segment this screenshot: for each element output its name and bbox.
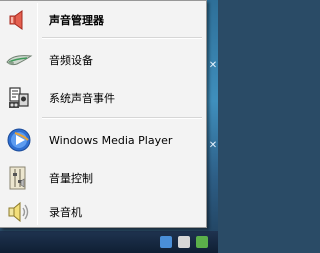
menu-item-sound-recorder[interactable]: 录音机 (2, 197, 204, 227)
menu-item-label: 系统声音事件 (49, 92, 115, 105)
speaker-icon (2, 5, 36, 35)
audio-device-icon (2, 45, 36, 75)
sound-context-menu: 声音管理器 音频设备 系统声音事件 Windows Media Player 音… (0, 0, 207, 228)
system-sounds-icon (2, 83, 36, 113)
tray-speaker-icon[interactable] (178, 236, 190, 248)
menu-item-sound-manager[interactable]: 声音管理器 (2, 5, 204, 35)
menu-item-label: 音频设备 (49, 54, 93, 67)
media-player-icon (2, 125, 36, 155)
menu-item-windows-media-player[interactable]: Windows Media Player (2, 125, 204, 155)
desktop-icon-fragment: ✕ (208, 60, 218, 71)
tray-status-icon[interactable] (196, 236, 208, 248)
tray-network-icon[interactable] (160, 236, 172, 248)
menu-item-volume-control[interactable]: 音量控制 (2, 163, 204, 193)
sound-recorder-icon (2, 197, 36, 227)
volume-control-icon (2, 163, 36, 193)
menu-item-label: 声音管理器 (49, 14, 104, 27)
menu-item-label: 录音机 (49, 206, 82, 219)
desktop-icon-fragment: ✕ (208, 140, 218, 151)
menu-item-audio-devices[interactable]: 音频设备 (2, 45, 204, 75)
menu-item-system-sound-events[interactable]: 系统声音事件 (2, 83, 204, 113)
menu-item-label: 音量控制 (49, 172, 93, 185)
desktop-background (207, 0, 218, 253)
menu-separator (42, 37, 202, 39)
menu-separator (42, 117, 202, 119)
menu-item-label: Windows Media Player (49, 133, 173, 147)
